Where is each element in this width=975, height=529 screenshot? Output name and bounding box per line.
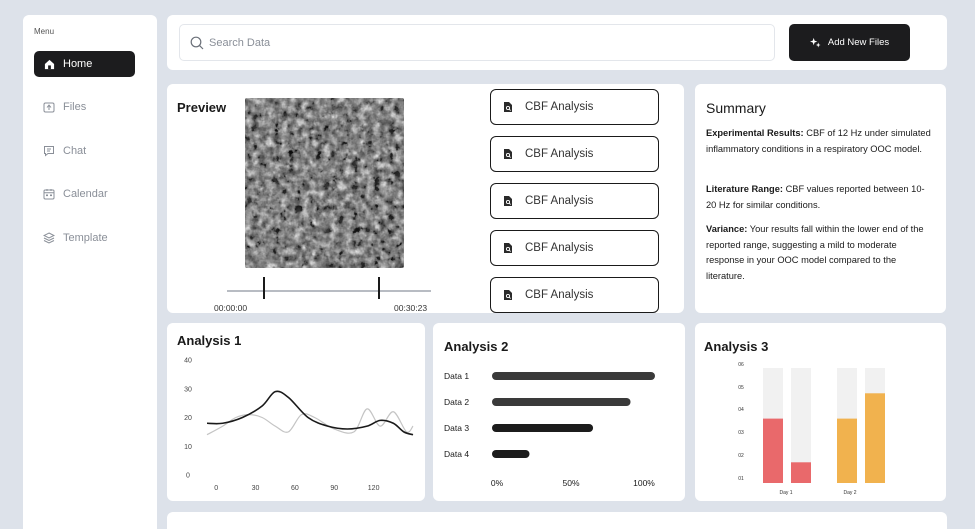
- bar: [791, 462, 811, 483]
- file-button-label: CBF Analysis: [525, 242, 594, 254]
- summary-paragraph: Literature Range: CBF values reported be…: [706, 182, 934, 213]
- x-tick-label: 60: [291, 485, 299, 492]
- bar: [492, 450, 530, 458]
- file-button-label: CBF Analysis: [525, 148, 594, 160]
- analysis-2-chart: Data 1 Data 2 Data 3 Data 4 0% 50% 100%: [444, 371, 655, 488]
- bar: [492, 424, 594, 432]
- y-tick-label: 10: [184, 444, 192, 451]
- files-icon: [42, 100, 56, 114]
- file-button-cbf-analysis[interactable]: CBF Analysis: [490, 230, 659, 266]
- sidebar-item-label: Chat: [63, 145, 87, 157]
- search-input[interactable]: [209, 36, 729, 49]
- summary-paragraph-heading: Variance:: [706, 224, 748, 234]
- document-search-icon: [503, 242, 513, 254]
- document-search-icon: [503, 101, 513, 113]
- category-label: Data 2: [444, 397, 469, 407]
- add-new-files-button[interactable]: Add New Files: [789, 24, 910, 61]
- category-label: Day 1: [779, 490, 792, 496]
- sidebar-item-files[interactable]: Files: [34, 94, 135, 120]
- add-new-files-label: Add New Files: [827, 37, 890, 48]
- file-button-label: CBF Analysis: [525, 195, 594, 207]
- summary-panel: Summary Experimental Results: CBF of 12 …: [695, 84, 946, 313]
- bar: [837, 418, 857, 483]
- analysis-1-card: Analysis 1 0 10 20 30 40 0 30 60 90 120: [167, 323, 425, 501]
- file-button-cbf-analysis[interactable]: CBF Analysis: [490, 89, 659, 125]
- sidebar-item-home[interactable]: Home: [34, 51, 135, 77]
- preview-panel: Preview 00:00:00 00:30:23 CBF Analysis C…: [167, 84, 684, 313]
- series-line: [206, 390, 414, 436]
- bottom-panel: [167, 512, 947, 529]
- menu-label: Menu: [34, 27, 55, 36]
- sidebar-item-label: Calendar: [63, 188, 108, 200]
- file-button-cbf-analysis[interactable]: CBF Analysis: [490, 277, 659, 313]
- microscopy-video-frame[interactable]: [245, 98, 404, 268]
- bar: [763, 418, 783, 483]
- file-button-label: CBF Analysis: [525, 289, 594, 301]
- start-timestamp: 00:00:00: [214, 303, 248, 313]
- analysis-3-chart: 01 02 03 04 05 06 Day 1 Day 2: [738, 362, 885, 496]
- x-tick-label: 0%: [491, 478, 504, 488]
- y-tick-label: 01: [738, 476, 744, 482]
- x-tick-label: 120: [368, 485, 380, 492]
- sidebar-item-label: Template: [63, 232, 108, 244]
- category-label: Data 1: [444, 371, 469, 381]
- category-label: Day 2: [843, 490, 856, 496]
- sidebar-item-chat[interactable]: Chat: [34, 138, 135, 164]
- analysis-2-card: Analysis 2 Data 1 Data 2 Data 3 Data 4 0% 50%…: [433, 323, 685, 501]
- bar: [492, 398, 631, 406]
- microscopy-image: [245, 98, 404, 268]
- x-tick-label: 50%: [562, 478, 579, 488]
- file-button-cbf-analysis[interactable]: CBF Analysis: [490, 183, 659, 219]
- search-box[interactable]: [179, 24, 775, 61]
- chat-icon: [42, 144, 56, 158]
- sidebar-item-label: Files: [63, 101, 87, 113]
- summary-paragraph-heading: Literature Range:: [706, 184, 783, 194]
- analysis-3-card: Analysis 3 01 02 03 04 05 06 Day 1 Day 2: [695, 323, 946, 501]
- summary-paragraph: Variance: Your results fall within the l…: [706, 222, 934, 284]
- scrubber-end-handle[interactable]: [378, 277, 380, 299]
- template-icon: [42, 231, 56, 245]
- bar: [492, 372, 655, 380]
- scrubber-start-handle[interactable]: [263, 277, 265, 299]
- y-tick-label: 0: [186, 473, 190, 480]
- calendar-icon: [42, 187, 56, 201]
- category-label: Data 3: [444, 423, 469, 433]
- category-label: Data 4: [444, 449, 469, 459]
- document-search-icon: [503, 195, 513, 207]
- y-tick-label: 20: [184, 415, 192, 422]
- x-tick-label: 90: [330, 485, 338, 492]
- x-tick-label: 0: [214, 485, 218, 492]
- summary-paragraph-heading: Experimental Results:: [706, 128, 804, 138]
- y-tick-label: 40: [184, 358, 192, 365]
- bar: [865, 393, 885, 483]
- sparkle-icon: [809, 37, 821, 48]
- sidebar-item-calendar[interactable]: Calendar: [34, 181, 135, 207]
- document-search-icon: [503, 289, 513, 301]
- document-search-icon: [503, 148, 513, 160]
- sidebar: Menu Home Files Chat Calendar Template: [23, 15, 157, 529]
- search-icon: [190, 36, 204, 50]
- y-tick-label: 04: [738, 407, 744, 413]
- file-button-cbf-analysis[interactable]: CBF Analysis: [490, 136, 659, 172]
- sidebar-item-template[interactable]: Template: [34, 225, 135, 251]
- summary-paragraph: Experimental Results: CBF of 12 Hz under…: [706, 126, 934, 157]
- file-button-label: CBF Analysis: [525, 101, 594, 113]
- x-tick-label: 100%: [633, 478, 655, 488]
- y-tick-label: 30: [184, 386, 192, 393]
- analysis-1-chart: 0 10 20 30 40 0 30 60 90 120: [184, 358, 414, 492]
- x-tick-label: 30: [252, 485, 260, 492]
- y-tick-label: 05: [738, 385, 744, 391]
- y-tick-label: 06: [738, 362, 744, 368]
- series-line: [206, 408, 414, 436]
- y-tick-label: 02: [738, 453, 744, 459]
- home-icon: [42, 57, 56, 71]
- preview-title: Preview: [177, 100, 227, 115]
- video-scrubber-track[interactable]: [227, 290, 431, 292]
- summary-title: Summary: [706, 100, 766, 116]
- sidebar-item-label: Home: [63, 58, 93, 70]
- end-timestamp: 00:30:23: [394, 303, 428, 313]
- y-tick-label: 03: [738, 430, 744, 436]
- top-bar: Add New Files: [167, 15, 947, 70]
